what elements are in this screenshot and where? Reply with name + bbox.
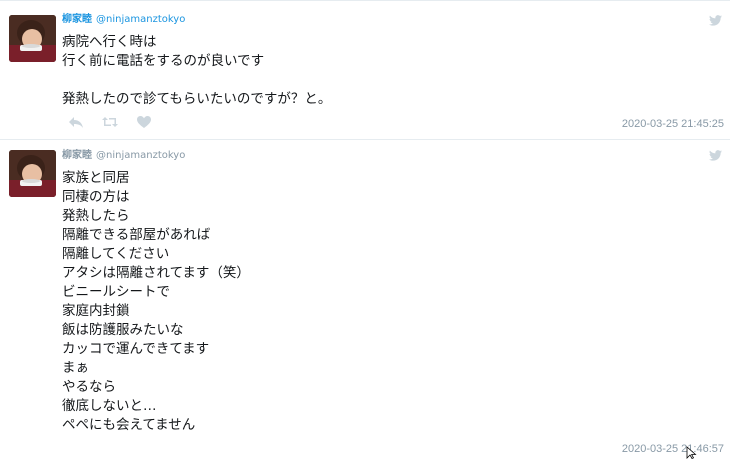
reply-icon[interactable]	[68, 115, 84, 129]
tweet-text: 家族と同居 同棲の方は 発熱したら 隔離できる部屋があれば 隔離してください ア…	[62, 170, 250, 433]
tweet-timestamp[interactable]: 2020-03-25 21:45:25	[622, 118, 724, 130]
user-handle[interactable]: @ninjamanztokyo	[96, 14, 185, 25]
avatar[interactable]	[9, 150, 56, 197]
user-handle[interactable]: @ninjamanztokyo	[96, 150, 185, 161]
avatar[interactable]	[9, 15, 56, 62]
heart-icon[interactable]	[136, 115, 152, 129]
display-name[interactable]: 柳家睦	[62, 14, 92, 25]
tweet-header: 柳家睦 @ninjamanztokyo	[62, 13, 185, 27]
tweet-card[interactable]: 柳家睦 @ninjamanztokyo 病院へ行く時は 行く前に電話をするのが良い…	[0, 0, 730, 140]
twitter-bird-icon[interactable]	[709, 150, 722, 161]
tweet-header: 柳家睦 @ninjamanztokyo	[62, 149, 185, 163]
twitter-bird-icon[interactable]	[709, 15, 722, 26]
display-name[interactable]: 柳家睦	[62, 150, 92, 161]
retweet-icon[interactable]	[102, 115, 118, 129]
tweet-actions	[68, 115, 152, 129]
tweet-timestamp[interactable]: 2020-03-25 21:46:57	[622, 443, 724, 455]
mouse-cursor-icon	[686, 446, 697, 459]
tweet-card[interactable]: 柳家睦 @ninjamanztokyo 家族と同居 同棲の方は 発熱したら 隔離で…	[0, 138, 730, 459]
tweet-feed: 柳家睦 @ninjamanztokyo 病院へ行く時は 行く前に電話をするのが良い…	[0, 0, 730, 459]
tweet-text: 病院へ行く時は 行く前に電話をするのが良いです 発熱したので診てもらいたいのです…	[62, 34, 332, 107]
